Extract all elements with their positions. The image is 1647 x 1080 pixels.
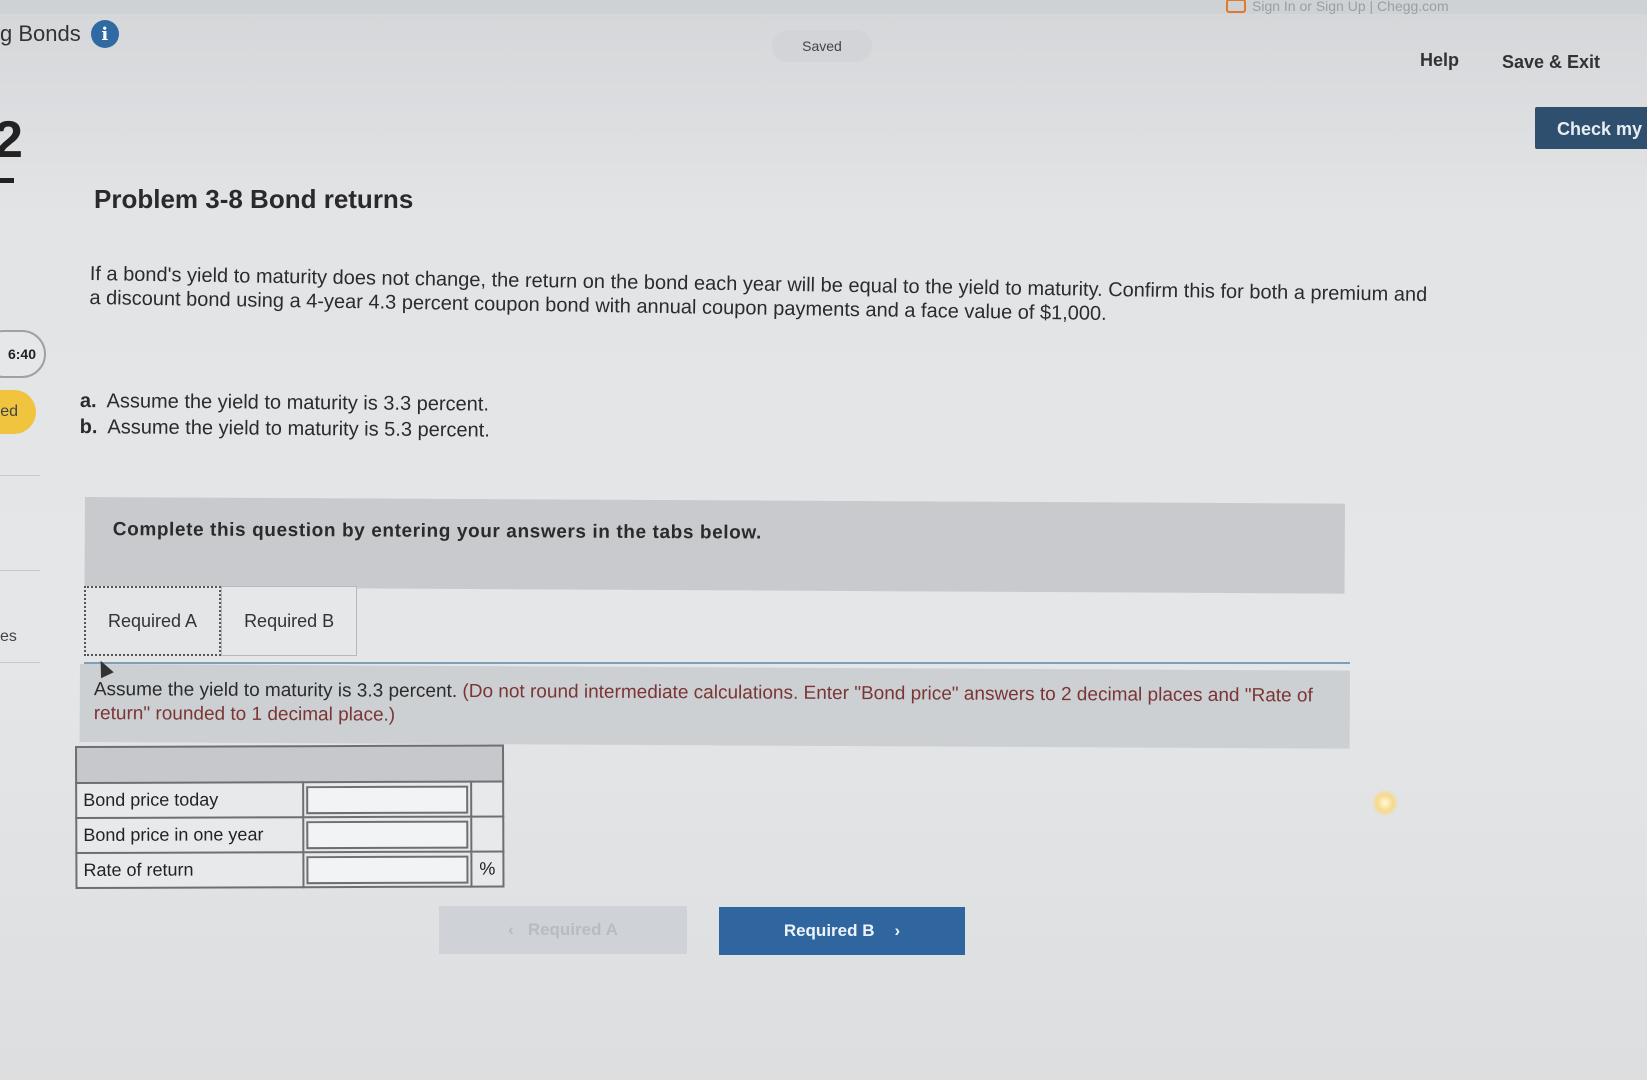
input-cell — [303, 851, 472, 888]
chegg-link[interactable]: Sign In or Sign Up | Chegg.com — [1226, 0, 1449, 14]
rail-item-references[interactable]: es — [0, 628, 17, 646]
part-b-text: Assume the yield to maturity is 5.3 perc… — [107, 416, 490, 442]
help-button[interactable]: Help — [1420, 50, 1459, 71]
part-a: a. Assume the yield to maturity is 3.3 pe… — [80, 388, 490, 418]
rail-divider — [0, 475, 40, 476]
chevron-left-icon: ‹ — [508, 920, 514, 939]
part-a-text: Assume the yield to maturity is 3.3 perc… — [106, 390, 490, 416]
next-required-b-button[interactable]: Required B › — [719, 907, 965, 955]
input-cell — [303, 781, 472, 818]
part-b: b. Assume the yield to maturity is 5.3 pe… — [80, 414, 490, 444]
question-main: Assume the yield to maturity is 3.3 perc… — [93, 679, 458, 702]
saved-indicator: Saved — [772, 30, 872, 62]
save-exit-button[interactable]: Save & Exit — [1502, 52, 1600, 73]
screen-glare — [1372, 790, 1398, 816]
question-number-underline — [0, 178, 14, 183]
prev-button-label: Required A — [527, 920, 618, 939]
unit-cell — [471, 816, 504, 852]
answer-table-header — [76, 745, 504, 783]
row-label-bond-price-today: Bond price today — [76, 782, 304, 818]
answer-table: Bond price today Bond price in one year … — [75, 745, 504, 889]
answer-table-header-cell — [76, 745, 504, 783]
instruction-banner: Complete this question by entering your … — [84, 497, 1345, 594]
problem-parts: a. Assume the yield to maturity is 3.3 pe… — [80, 388, 491, 444]
question-text: Assume the yield to maturity is 3.3 perc… — [94, 678, 1334, 732]
table-row: Rate of return % — [76, 851, 504, 888]
tab-required-b[interactable]: Required B — [221, 586, 358, 656]
prev-required-a-button[interactable]: ‹ Required A — [439, 906, 687, 954]
chevron-right-icon: › — [894, 921, 901, 940]
rail-divider — [0, 570, 40, 571]
tab-required-a-label: Required A — [108, 610, 198, 631]
table-row: Bond price today — [76, 781, 504, 818]
next-button-label: Required B — [783, 921, 875, 940]
app-page: Sign In or Sign Up | Chegg.com g Bonds i… — [0, 0, 1647, 1080]
chegg-link-label: Sign In or Sign Up | Chegg.com — [1252, 0, 1449, 14]
timer-text: 6:40 — [7, 346, 36, 362]
table-row: Bond price in one year — [76, 816, 504, 853]
assignment-title-text: g Bonds — [0, 21, 81, 46]
assignment-title: g Bonds i — [0, 20, 119, 48]
tab-required-a[interactable]: Required A — [84, 586, 222, 656]
rail-divider — [0, 662, 40, 663]
chegg-icon — [1226, 0, 1246, 13]
tab-required-b-label: Required B — [244, 610, 335, 631]
info-icon[interactable]: i — [90, 20, 119, 48]
problem-title: Problem 3-8 Bond returns — [94, 184, 414, 214]
bond-price-one-year-input[interactable] — [306, 820, 469, 849]
part-b-label: b. — [79, 415, 98, 439]
tab-underline — [84, 662, 1350, 664]
percent-unit: % — [471, 851, 504, 887]
unit-cell — [471, 781, 504, 817]
row-label-rate-of-return: Rate of return — [76, 852, 304, 888]
timer-badge: 6:40 — [0, 330, 46, 378]
status-badge: ed — [0, 390, 36, 434]
instruction-text: Complete this question by entering your … — [112, 519, 762, 544]
part-a-label: a. — [79, 389, 97, 413]
check-my-work-button[interactable]: Check my — [1535, 107, 1647, 149]
status-text: ed — [0, 403, 18, 420]
bond-price-today-input[interactable] — [306, 785, 469, 814]
problem-statement: If a bond's yield to maturity does not c… — [89, 262, 1428, 325]
row-label-bond-price-one-year: Bond price in one year — [76, 817, 304, 853]
question-number: 2 — [0, 111, 23, 169]
tab-bar: Required A Required B — [84, 586, 358, 660]
rate-of-return-input[interactable] — [306, 855, 469, 884]
input-cell — [303, 816, 472, 853]
question-prompt: Assume the yield to maturity is 3.3 perc… — [79, 664, 1350, 749]
